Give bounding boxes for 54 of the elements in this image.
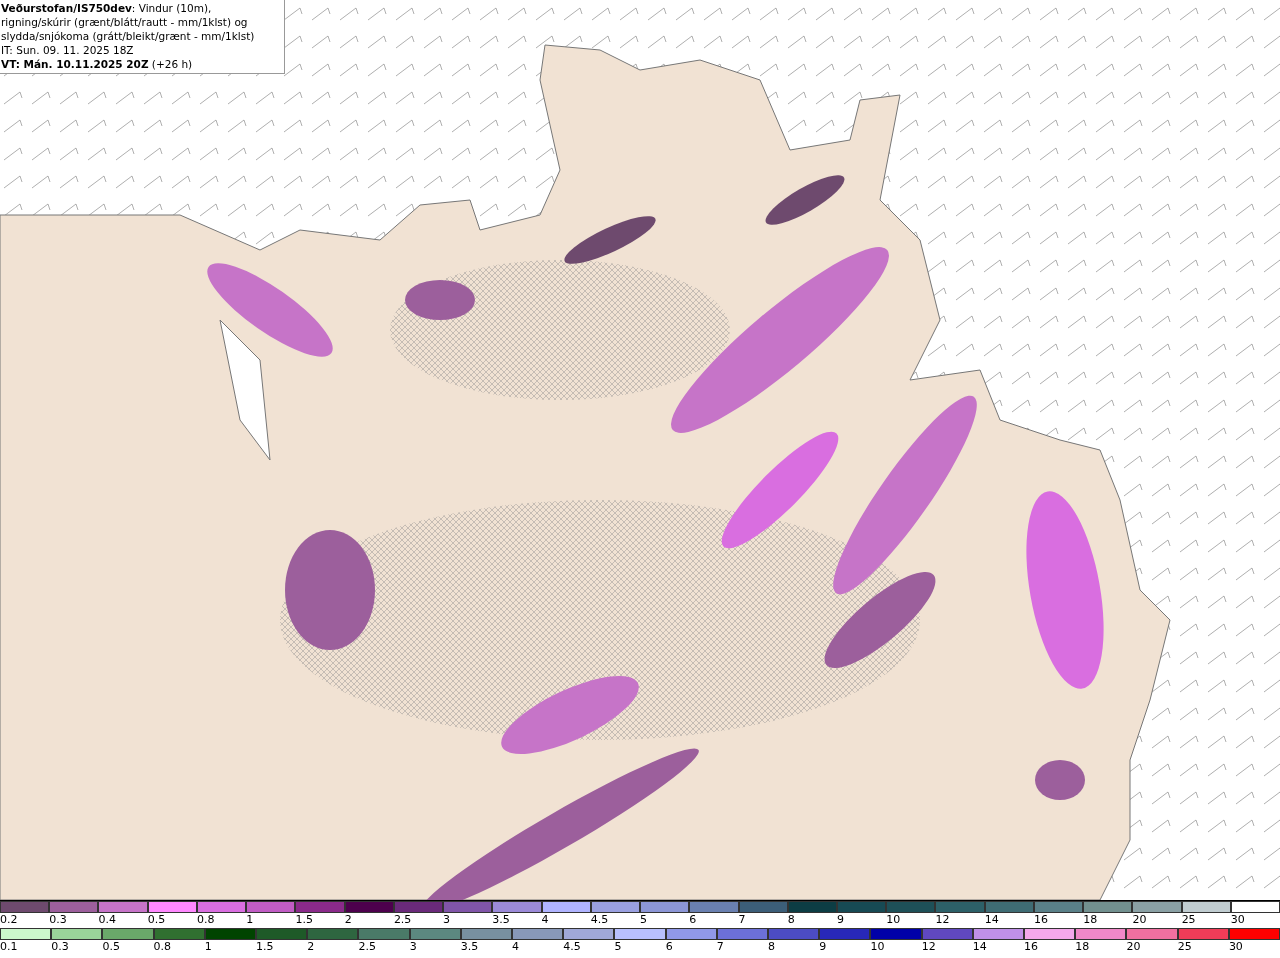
legend-label: 1 <box>204 940 212 954</box>
legend-label: 0.8 <box>196 913 215 927</box>
legend-label: 7 <box>716 940 724 954</box>
legend-label: 12 <box>921 940 936 954</box>
legend-label: 0.8 <box>153 940 172 954</box>
legend-label: 2.5 <box>358 940 376 954</box>
legend-label: 0.5 <box>147 913 166 927</box>
legend-label: 10 <box>870 940 885 954</box>
legend-label: 14 <box>984 913 999 927</box>
legend-label: 20 <box>1132 913 1147 927</box>
legend-label: 3.5 <box>460 940 479 954</box>
legend-label: 8 <box>768 940 776 954</box>
legend-label: 9 <box>819 940 827 954</box>
legend-label: 6 <box>665 940 673 954</box>
map-title: Veðurstofan/IS750dev: Vindur (10m), rigning/skúrir (grænt/blátt/rautt - mm/1klst) og slydda/snjókoma (grátt/bleikt/grænt - mm/1klst) <box>1 1 256 43</box>
legend-label: 0.3 <box>51 940 69 954</box>
legend-label: 0.5 <box>102 940 120 954</box>
issue-time: IT: Sun. 09. 11. 2025 18Z <box>1 43 135 57</box>
legend-label: 3 <box>409 940 417 954</box>
legend-label: 25 <box>1177 940 1192 954</box>
legend-label: 1.5 <box>295 913 313 927</box>
legend-label: 3 <box>443 913 451 927</box>
legend-label: 10 <box>886 913 901 927</box>
legend-label: 2.5 <box>393 913 412 927</box>
legend-label: 0.4 <box>98 913 116 927</box>
legend-label: 0.3 <box>49 913 67 927</box>
legend-label: 0.1 <box>0 940 18 954</box>
legend-label: 9 <box>837 913 844 927</box>
legend-label: 16 <box>1024 940 1039 954</box>
legend-label: 18 <box>1083 913 1098 927</box>
legend-label: 4 <box>512 940 520 954</box>
legend-label: 12 <box>935 913 950 927</box>
legend-label: 20 <box>1126 940 1141 954</box>
valid-time: VT: Mán. 10.11.2025 20Z (+26 h) <box>1 57 194 71</box>
legend-label: 4 <box>541 913 549 927</box>
legend-label: 5 <box>614 940 622 954</box>
legend-label: 18 <box>1075 940 1090 954</box>
legend-label: 4.5 <box>590 913 609 927</box>
legend-label: 8 <box>787 913 795 927</box>
legend-label: 16 <box>1033 913 1048 927</box>
legend-label: 25 <box>1181 913 1196 927</box>
legend-label: 1.5 <box>256 940 274 954</box>
legend-label: 1 <box>246 913 254 927</box>
legend-label: 0.2 <box>0 913 18 927</box>
legend-label: 30 <box>1230 913 1245 927</box>
legend-label: 2 <box>344 913 352 927</box>
legend-label: 4.5 <box>563 940 581 954</box>
legend-label: 30 <box>1228 940 1243 954</box>
legend-label: 5 <box>640 913 648 927</box>
legend-label: 2 <box>307 940 315 954</box>
legend-label: 3.5 <box>492 913 510 927</box>
legend-label: 14 <box>972 940 987 954</box>
legend-label: 6 <box>689 913 697 927</box>
legend-label: 7 <box>738 913 746 927</box>
